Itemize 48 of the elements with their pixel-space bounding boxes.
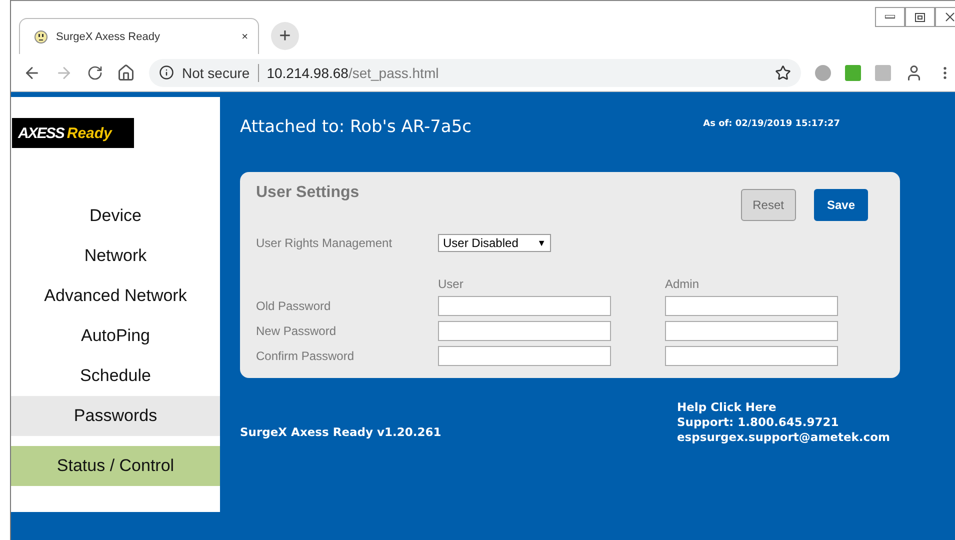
timestamp: As of: 02/19/2019 15:17:27 xyxy=(703,119,840,131)
column-header: Admin xyxy=(665,277,700,291)
address-bar[interactable]: Not secure 10.214.98.68/set_pass.html xyxy=(149,58,801,86)
column-header: User xyxy=(438,277,464,291)
field-label: New Password xyxy=(256,324,338,338)
password-field[interactable] xyxy=(665,321,838,341)
reload-icon[interactable] xyxy=(87,64,103,80)
star-icon[interactable] xyxy=(775,64,791,80)
field-label: Confirm Password xyxy=(256,349,356,363)
restore-icon xyxy=(915,12,925,22)
security-label: Not secure xyxy=(182,64,250,80)
password-field[interactable] xyxy=(665,296,838,316)
rights-dropdown[interactable]: User Disabled ▼ xyxy=(438,234,551,252)
password-field[interactable] xyxy=(438,296,611,316)
save-button[interactable]: Save xyxy=(814,189,868,221)
info-icon[interactable] xyxy=(159,65,174,80)
url-path: /set_pass.html xyxy=(348,64,439,80)
support-email: espsurgex.support@ametek.com xyxy=(676,430,890,445)
password-field[interactable] xyxy=(665,346,838,366)
profile-icon[interactable] xyxy=(905,64,923,82)
attached-device-title: Attached to: Rob's AR-7a5c xyxy=(240,117,472,139)
reset-button[interactable]: Reset xyxy=(740,189,796,221)
home-icon[interactable] xyxy=(117,64,135,82)
nav-item[interactable]: AutoPing xyxy=(11,316,220,356)
panel-title: User Settings xyxy=(256,184,360,203)
support-phone: Support: 1.800.645.9721 xyxy=(676,415,840,430)
extension-icon[interactable] xyxy=(845,64,861,80)
nav-item[interactable]: Network xyxy=(11,236,220,276)
nav-item[interactable]: Device xyxy=(11,196,220,236)
tab-close-button[interactable]: × xyxy=(242,30,248,42)
close-icon xyxy=(945,12,955,22)
password-field[interactable] xyxy=(438,346,611,366)
minimize-icon xyxy=(885,15,895,19)
tab-title: SurgeX Axess Ready xyxy=(56,30,161,42)
field-label: User Rights Management xyxy=(256,236,394,250)
minimize-button[interactable] xyxy=(875,7,905,27)
version-text: SurgeX Axess Ready v1.20.261 xyxy=(240,425,442,441)
nav-item[interactable]: Advanced Network xyxy=(11,276,220,316)
nav-item[interactable]: Schedule xyxy=(11,356,220,396)
field-label: Old Password xyxy=(256,299,332,313)
help-link[interactable]: Help Click Here xyxy=(676,400,890,415)
new-tab-button[interactable]: + xyxy=(271,22,299,50)
password-field[interactable] xyxy=(438,321,611,341)
nav-item[interactable]: Passwords xyxy=(11,396,220,436)
url-host: 10.214.98.68 xyxy=(266,64,348,80)
restore-button[interactable] xyxy=(905,7,935,27)
logo: AXESS Ready xyxy=(12,118,134,148)
status-control-button[interactable]: Status / Control xyxy=(11,446,220,486)
